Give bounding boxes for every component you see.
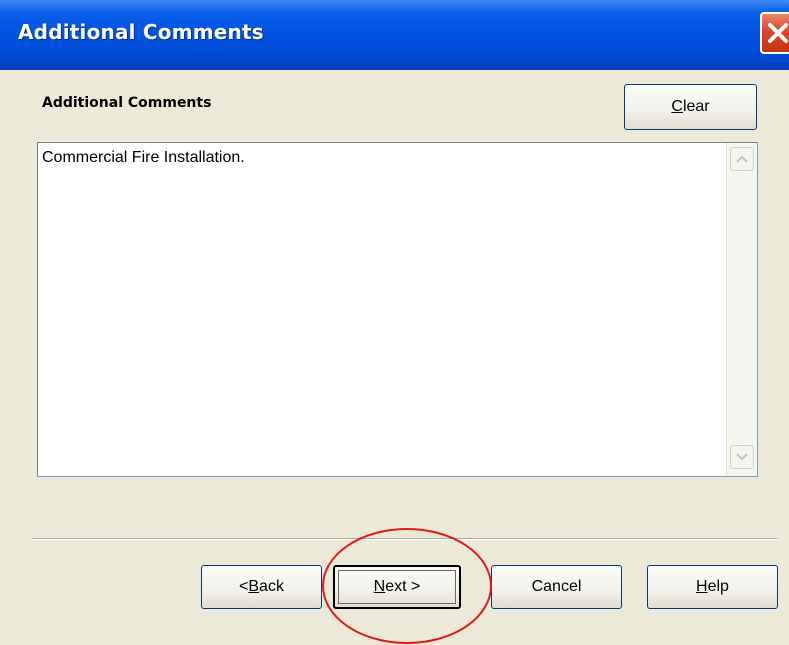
title-bar[interactable]: Additional Comments	[0, 0, 789, 70]
chevron-up-icon	[736, 155, 748, 163]
close-icon	[768, 23, 788, 43]
close-button[interactable]	[760, 12, 789, 54]
highlight-circle	[322, 528, 492, 644]
back-label: ack	[259, 578, 284, 595]
comments-textarea[interactable]: Commercial Fire Installation.	[37, 142, 758, 477]
back-prefix: <	[239, 578, 249, 595]
scroll-up-button[interactable]	[730, 147, 754, 171]
back-mnemonic: B	[248, 578, 260, 595]
help-label: elp	[707, 578, 729, 595]
vertical-scrollbar[interactable]	[726, 143, 757, 476]
clear-label: lear	[682, 98, 710, 115]
clear-button[interactable]: Clear	[624, 84, 757, 130]
scroll-down-button[interactable]	[730, 445, 754, 469]
back-button[interactable]: < Back	[201, 565, 322, 609]
chevron-down-icon	[736, 453, 748, 461]
help-button[interactable]: Help	[647, 565, 778, 609]
cancel-button[interactable]: Cancel	[491, 565, 622, 609]
section-label: Additional Comments	[42, 95, 212, 111]
comments-text: Commercial Fire Installation.	[42, 149, 245, 166]
window-title: Additional Comments	[18, 20, 264, 44]
cancel-label: Cancel	[531, 578, 582, 595]
clear-mnemonic: C	[671, 98, 683, 115]
help-mnemonic: H	[696, 578, 708, 595]
